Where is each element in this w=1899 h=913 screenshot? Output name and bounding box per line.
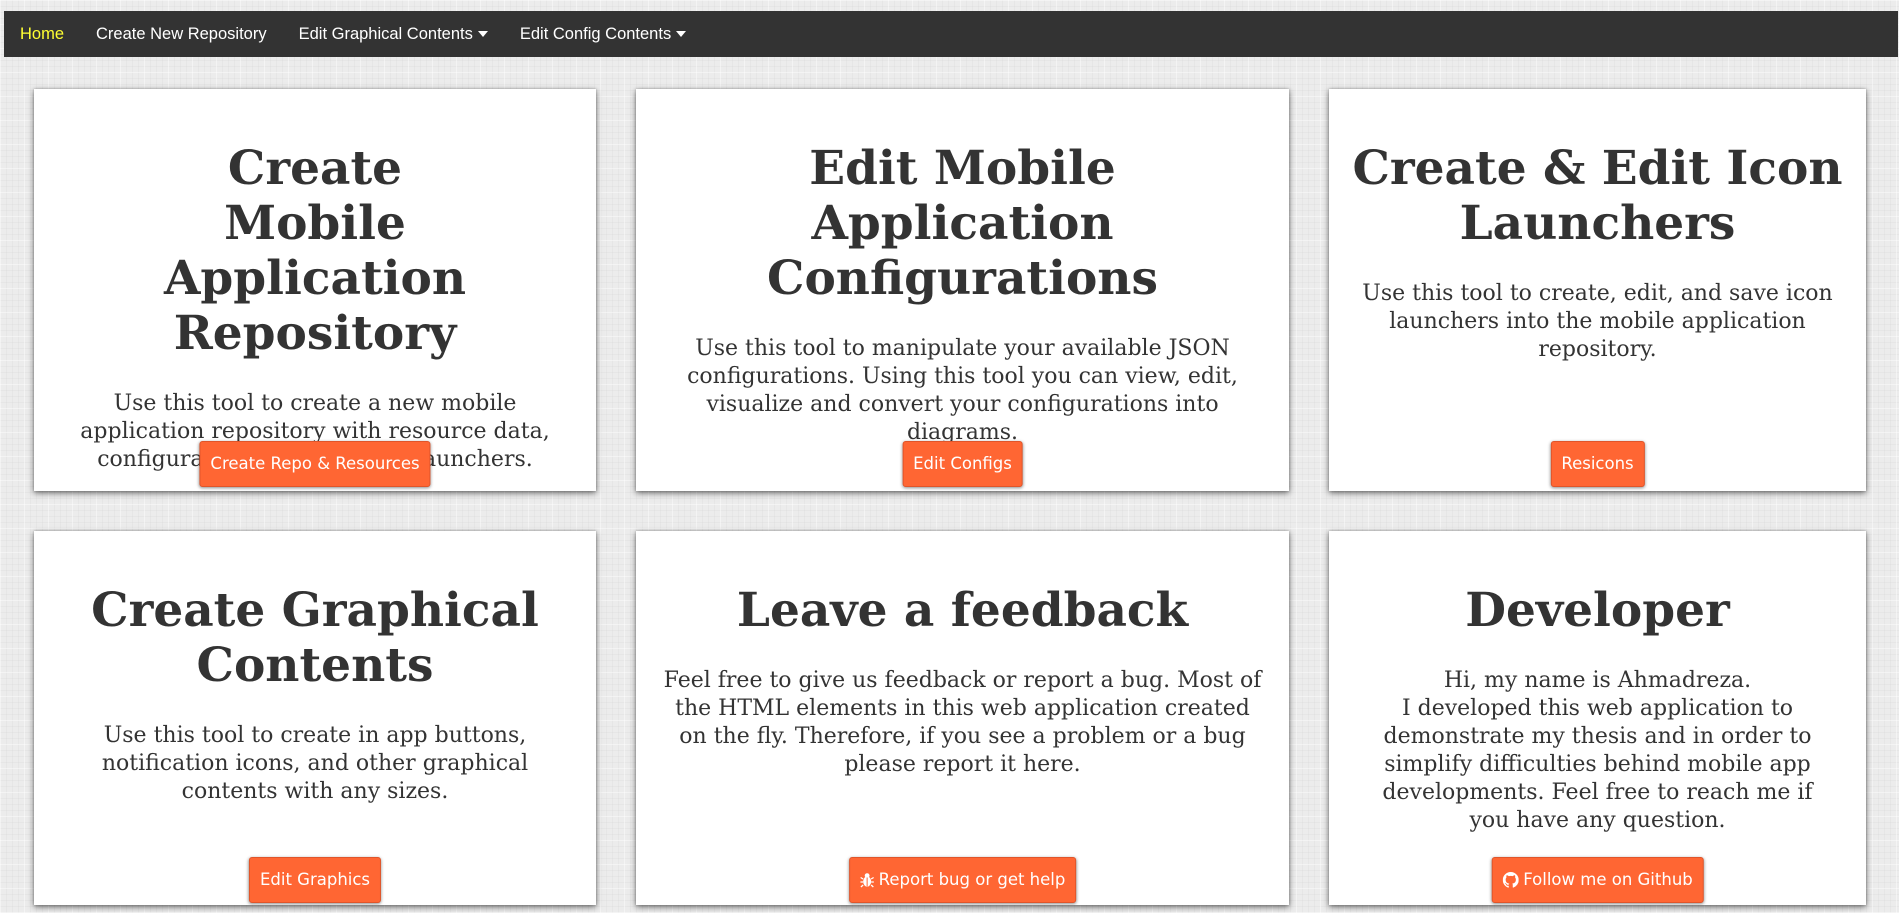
card-create-repository: Create Mobile Application Repository Use… bbox=[34, 89, 596, 491]
bug-icon bbox=[859, 872, 874, 888]
card-developer: Developer Hi, my name is Ahmadreza. I de… bbox=[1329, 531, 1866, 905]
resicons-button[interactable]: Resicons bbox=[1550, 441, 1645, 487]
nav-edit-config-contents-dropdown[interactable]: Edit Config Contents bbox=[504, 11, 702, 57]
nav-edit-config-contents-label: Edit Config Contents bbox=[519, 24, 672, 43]
caret-down-icon bbox=[477, 31, 488, 37]
card-icon-launchers: Create & Edit Icon Launchers Use this to… bbox=[1329, 89, 1866, 491]
card-title: Create Mobile Application Repository bbox=[163, 141, 467, 361]
create-repo-resources-button[interactable]: Create Repo & Resources bbox=[199, 441, 431, 487]
card-title: Developer bbox=[1465, 583, 1730, 638]
edit-graphics-button[interactable]: Edit Graphics bbox=[248, 857, 382, 903]
button-label: Follow me on Github bbox=[1523, 870, 1693, 889]
card-edit-configurations: Edit Mobile Application Configurations U… bbox=[636, 89, 1289, 491]
card-title: Leave a feedback bbox=[736, 583, 1189, 638]
button-label: Report bug or get help bbox=[878, 870, 1066, 889]
top-navbar: Home Create New Repository Edit Graphica… bbox=[4, 11, 1898, 57]
card-description: Use this tool to create, edit, and save … bbox=[1362, 281, 1833, 362]
card-title: Edit Mobile Application Configurations bbox=[767, 141, 1158, 306]
card-title: Create Graphical Contents bbox=[91, 583, 539, 693]
card-title: Create & Edit Icon Launchers bbox=[1352, 141, 1843, 251]
developer-greeting: Hi, my name is Ahmadreza. bbox=[1443, 668, 1752, 693]
nav-home-label: Home bbox=[20, 24, 65, 43]
nav-create-new-repository[interactable]: Create New Repository bbox=[80, 11, 283, 57]
button-label: Edit Graphics bbox=[259, 870, 371, 889]
button-label: Resicons bbox=[1561, 454, 1634, 473]
card-graphical-contents: Create Graphical Contents Use this tool … bbox=[34, 531, 596, 905]
nav-home[interactable]: Home bbox=[4, 11, 80, 57]
card-description: I developed this web application to demo… bbox=[1382, 696, 1813, 833]
card-description: Use this tool to manipulate your availab… bbox=[687, 336, 1238, 445]
caret-down-icon bbox=[676, 31, 687, 37]
card-description: Feel free to give us feedback or report … bbox=[663, 668, 1262, 777]
report-bug-button[interactable]: Report bug or get help bbox=[848, 857, 1077, 903]
github-icon bbox=[1502, 872, 1519, 888]
card-description: Use this tool to create in app buttons, … bbox=[101, 723, 529, 804]
button-label: Edit Configs bbox=[913, 454, 1012, 473]
card-feedback: Leave a feedback Feel free to give us fe… bbox=[636, 531, 1289, 905]
button-label: Create Repo & Resources bbox=[210, 454, 420, 473]
follow-github-button[interactable]: Follow me on Github bbox=[1491, 857, 1704, 903]
nav-edit-graphical-contents-label: Edit Graphical Contents bbox=[298, 24, 473, 43]
nav-edit-graphical-contents-dropdown[interactable]: Edit Graphical Contents bbox=[283, 11, 504, 57]
nav-create-new-repository-label: Create New Repository bbox=[96, 24, 267, 43]
edit-configs-button[interactable]: Edit Configs bbox=[902, 441, 1023, 487]
